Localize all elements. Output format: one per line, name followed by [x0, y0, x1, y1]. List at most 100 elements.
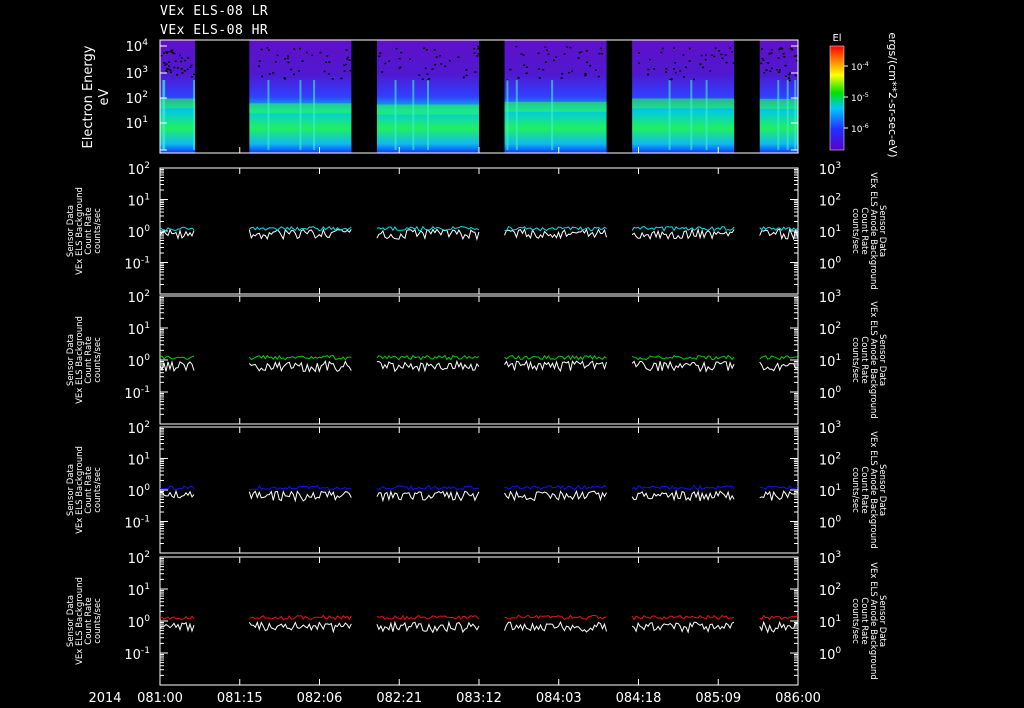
spectrogram-speckle [173, 66, 176, 69]
spectrogram-speckle [462, 76, 465, 79]
panel-left-tick-label: 102 [128, 550, 150, 567]
spectrogram-spike [786, 80, 789, 150]
panel-right-label: Sensor DataVEx ELS Anode BackgroundCount… [850, 172, 887, 290]
background-trace [249, 226, 352, 232]
sensor-data-trace [631, 489, 735, 502]
background-trace [631, 226, 735, 232]
panel-left-tick-label: 100 [128, 224, 151, 241]
spectrogram-speckle [164, 64, 167, 67]
spectrogram-speckle [171, 51, 174, 53]
background-trace [759, 614, 798, 621]
background-trace [159, 485, 195, 490]
spectrogram-speckle [637, 52, 640, 54]
sensor-data-trace [376, 620, 480, 634]
line-panel-1: 102 103 101 102 100 101 10-1 100 Sensor Data VEx … [66, 161, 887, 295]
sensor-data-trace [759, 490, 798, 501]
spectrogram-speckle [776, 68, 779, 71]
spectrogram-speckle [474, 71, 477, 73]
panel-right-tick-label: 103 [819, 161, 842, 178]
panel-left-tick-label: 101 [128, 452, 150, 469]
spectrogram-speckle [763, 72, 766, 74]
spectrogram-speckle [290, 68, 293, 71]
background-trace [248, 354, 352, 361]
spectrogram-speckle [761, 57, 764, 60]
spectrogram-speckle [181, 72, 184, 74]
time-label: 084:18 [616, 691, 662, 706]
line-panel-4: 102 103 101 102 100 101 10-1 100 Sensor Data VEx … [66, 550, 887, 686]
spectrogram-speckle [343, 64, 346, 67]
background-trace [631, 484, 735, 491]
spectrogram-speckle [555, 56, 558, 58]
spectrogram-speckle [167, 65, 170, 67]
spectrogram-spike [668, 80, 671, 150]
spectrogram-speckle [704, 58, 707, 61]
spectrogram-speckle [584, 74, 587, 76]
spectrogram-speckle [547, 53, 550, 55]
spectrogram-speckle [732, 62, 735, 64]
spectrogram-speckle [563, 53, 566, 55]
panel-right-tick-label: 100 [819, 385, 842, 402]
spectrogram-speckle [287, 61, 290, 64]
sensor-data-trace [248, 621, 352, 634]
panel-left-tick-label: 101 [128, 582, 150, 599]
panel-left-tick-label: 102 [128, 420, 150, 437]
spectrogram-speckle [165, 69, 168, 72]
spectrogram-speckle [784, 64, 787, 67]
spectrogram-speckle [700, 54, 703, 57]
time-label: 081:15 [217, 691, 263, 706]
spectrogram-speckle [477, 48, 480, 50]
spectrogram-speckle [180, 68, 183, 70]
spectrogram-speckle [597, 75, 600, 78]
panel-left-tick-label: 10-1 [124, 515, 150, 532]
panel-right-tick-label: 102 [819, 452, 841, 469]
spectrogram-speckle [585, 50, 588, 52]
spectrogram-speckle [660, 51, 663, 54]
spectrogram-speckle [457, 56, 460, 58]
spectrogram-speckle [478, 77, 481, 80]
spectrogram-ytick-label: 102 [126, 90, 148, 107]
panel-right-label: Sensor DataVEx ELS Anode BackgroundCount… [850, 562, 887, 680]
spectrogram-spike [777, 80, 780, 150]
spectrogram-speckle [258, 65, 261, 67]
spectrogram-speckle [561, 72, 564, 75]
panel-right-tick-label: 101 [819, 614, 841, 631]
spectrogram-speckle [544, 61, 547, 63]
spectrogram-speckle [165, 51, 168, 53]
spectrogram-speckle [173, 52, 176, 55]
background-trace [376, 354, 480, 361]
spectrogram-speckle [702, 66, 705, 69]
spectrogram-speckle [328, 61, 331, 63]
spectrogram-speckle [465, 74, 468, 77]
spectrogram-speckle [578, 51, 581, 54]
spectrogram-speckle [398, 57, 401, 60]
panel-left-tick-label: 10-1 [124, 646, 150, 663]
panel-right-tick-label: 103 [819, 420, 842, 437]
spectrogram-speckle [444, 65, 447, 68]
spectrogram-speckle [183, 69, 186, 72]
panel-left-tick-label: 100 [128, 614, 151, 631]
spectrogram-speckle [378, 55, 381, 58]
sensor-data-trace [759, 361, 798, 372]
spectrogram-spike [412, 80, 415, 150]
sensor-data-trace [504, 359, 607, 373]
spectrogram-speckle [522, 54, 525, 56]
spectrogram-speckle [794, 74, 797, 77]
spectrogram-speckle [384, 62, 387, 65]
spectrogram-speckle [782, 52, 785, 55]
panel-left-label: Sensor Data VEx ELS Background Count Rate c… [66, 316, 103, 404]
spectrogram-spike [506, 80, 509, 150]
spectrogram-speckle [788, 73, 791, 76]
spectrogram-speckle [319, 51, 322, 54]
background-trace [631, 614, 735, 621]
panel-left-tick-label: 100 [128, 353, 151, 370]
spectrogram-speckle [688, 47, 691, 50]
sensor-data-trace [248, 489, 352, 503]
spectrogram-speckle [348, 59, 351, 61]
spectrogram-speckle [784, 75, 787, 78]
spectrogram-spike [427, 80, 430, 150]
time-label: 085:09 [695, 691, 741, 706]
spectrogram-speckle [725, 61, 728, 64]
spectrogram-speckle [310, 54, 313, 57]
background-trace [249, 614, 352, 621]
panel-right-tick-label: 100 [819, 515, 842, 532]
